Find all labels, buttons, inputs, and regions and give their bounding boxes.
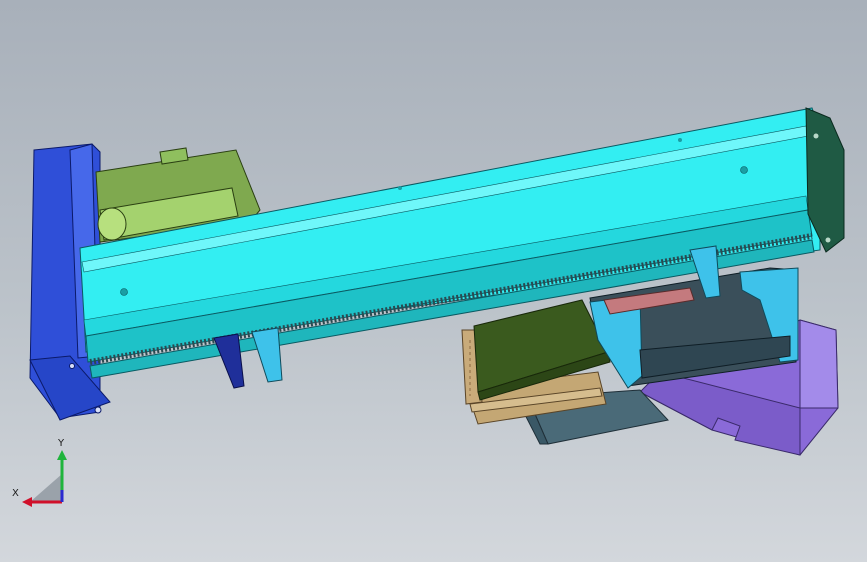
3d-model-view[interactable] <box>0 0 867 562</box>
cad-viewport[interactable]: Y X <box>0 0 867 562</box>
coordinate-triad: Y X <box>12 438 67 507</box>
x-axis-arrowhead <box>22 497 32 507</box>
y-axis-arrowhead <box>57 450 67 460</box>
x-axis-label: X <box>12 488 19 499</box>
rail-slider-left[interactable] <box>213 327 283 389</box>
triad-plane <box>30 474 62 502</box>
y-axis-label: Y <box>57 438 65 449</box>
